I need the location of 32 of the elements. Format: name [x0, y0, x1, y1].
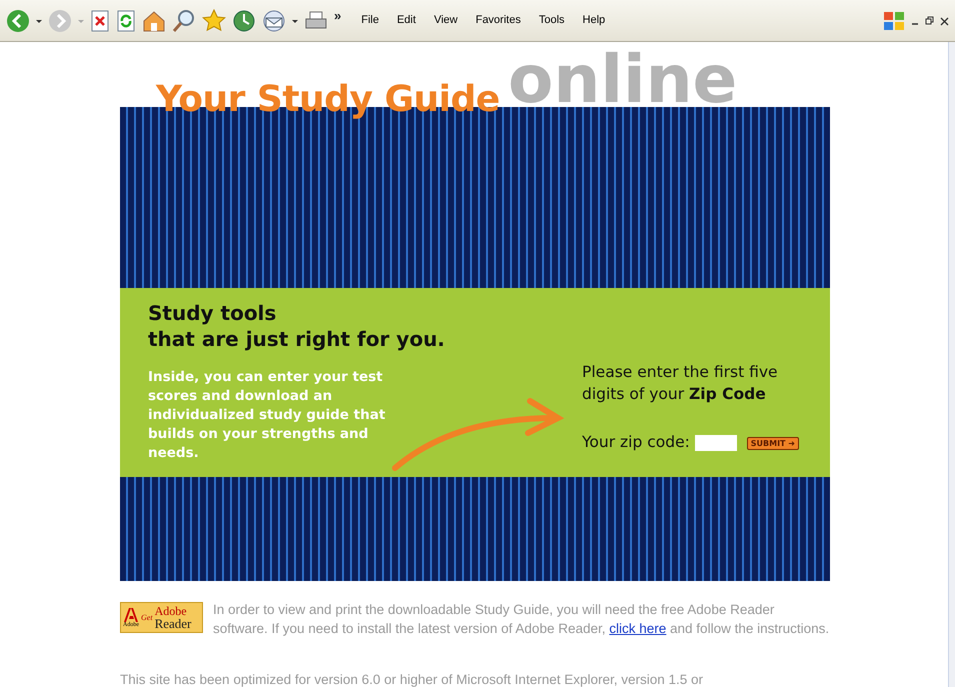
reader-notice: In order to view and print the downloadable Study Guide, you will need the free Adobe Reader software. If you need to install the latest version of Adobe Reader, click here and follow the instructions. [213, 601, 830, 638]
star-icon[interactable] [202, 8, 226, 32]
menu-item[interactable]: Tools [532, 12, 571, 29]
back-icon[interactable] [6, 8, 30, 32]
search-icon[interactable] [172, 8, 196, 32]
toolbar-overflow-chevron[interactable]: » [334, 6, 342, 26]
watermark-text: online [508, 47, 738, 113]
mail-icon[interactable] [262, 8, 286, 32]
history-icon[interactable] [232, 8, 256, 32]
zip-label: Your zip code: [582, 433, 690, 452]
close-icon[interactable] [940, 16, 949, 26]
menu-item[interactable]: Favorites [470, 12, 527, 29]
menu-item[interactable]: File [355, 12, 385, 29]
submit-button[interactable]: SUBMIT ➜ [746, 436, 800, 450]
badge-product-text: Reader [154, 617, 192, 630]
badge-brand-text: Adobe [154, 605, 188, 617]
restore-icon[interactable] [925, 16, 934, 26]
home-icon[interactable] [142, 8, 166, 32]
promo-description: Inside, you can enter your test scores and download an individualized study guide that builds on your strengths and needs. [148, 368, 386, 462]
menu-item[interactable]: Edit [390, 12, 422, 29]
zip-prompt: Please enter the first five digits of your Zip Code [582, 362, 779, 405]
promo-heading: Study tools that are just right for you. [148, 300, 445, 352]
stop-icon[interactable] [90, 8, 110, 32]
menu-item[interactable]: Help [576, 12, 612, 29]
menu-item[interactable]: View [428, 12, 464, 29]
click-here-link[interactable]: click here [609, 621, 666, 636]
adobe-logo-icon [124, 608, 138, 622]
windows-logo-icon [883, 10, 905, 32]
badge-get-text: Get [141, 612, 153, 624]
refresh-icon[interactable] [116, 8, 136, 32]
browser-notice: This site has been optimized for version 6.0 or higher of Microsoft Internet Explorer, version 1.5 or [120, 671, 704, 687]
zip-input-field[interactable] [694, 435, 737, 452]
